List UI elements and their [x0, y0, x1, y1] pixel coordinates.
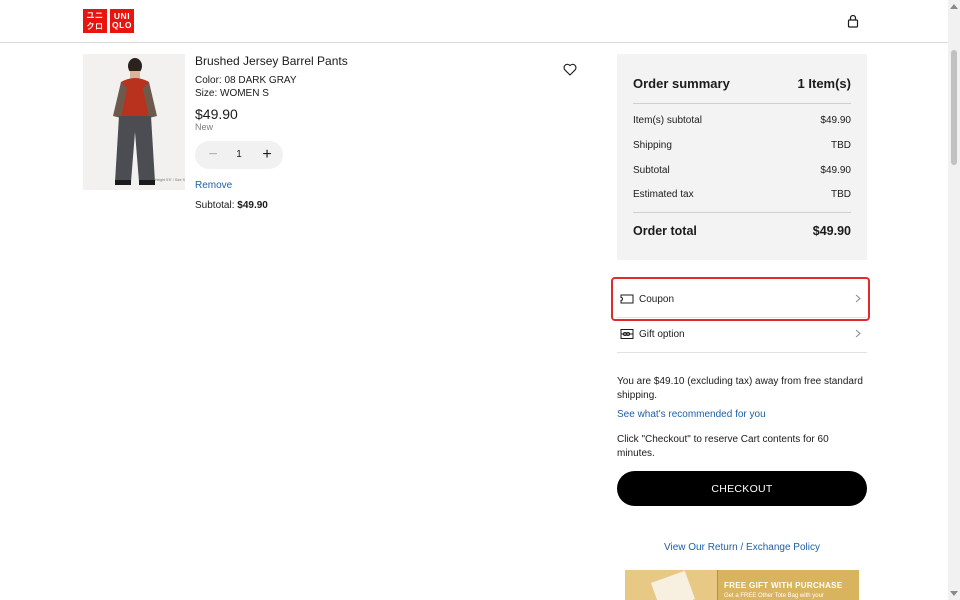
summary-row-value: $49.90	[820, 165, 851, 176]
order-summary-header: Order summary 1 Item(s)	[633, 76, 851, 100]
lock-account-icon[interactable]	[845, 13, 861, 29]
gift-option[interactable]: Gift option	[617, 318, 867, 353]
order-summary: Order summary 1 Item(s) Item(s) subtotal…	[617, 54, 867, 260]
summary-row: Shipping TBD	[633, 140, 851, 151]
quantity-value: 1	[236, 149, 242, 160]
product-name[interactable]: Brushed Jersey Barrel Pants	[195, 54, 348, 68]
remove-link[interactable]: Remove	[195, 180, 232, 191]
logo-block-latin: UNI QLO	[110, 9, 134, 33]
divider	[633, 103, 851, 104]
order-item-count: 1 Item(s)	[797, 76, 851, 91]
item-subtotal-value: $49.90	[237, 200, 268, 211]
summary-row-value: TBD	[831, 140, 851, 151]
page-scrollbar[interactable]	[948, 0, 960, 600]
image-caption: Height 5'6" / Size S	[155, 178, 185, 182]
summary-row-label: Shipping	[633, 140, 672, 151]
item-subtotal: Subtotal: $49.90	[195, 200, 268, 211]
model-photo	[83, 54, 185, 190]
site-header: ユニ クロ UNI QLO	[0, 0, 948, 43]
return-policy-link[interactable]: View Our Return / Exchange Policy	[617, 542, 867, 553]
summary-row: Subtotal $49.90	[633, 165, 851, 176]
product-image[interactable]: Height 5'6" / Size S	[83, 54, 185, 190]
uniqlo-logo[interactable]: ユニ クロ UNI QLO	[83, 9, 134, 33]
scroll-down-arrow-icon[interactable]	[950, 591, 958, 596]
banner-divider	[717, 570, 718, 600]
banner-title: FREE GIFT WITH PURCHASE	[724, 581, 843, 590]
decrease-quantity-button[interactable]: −	[203, 145, 223, 165]
chevron-right-icon	[855, 329, 861, 338]
item-subtotal-label: Subtotal:	[195, 200, 238, 211]
divider	[633, 212, 851, 213]
product-color: Color: 08 DARK GRAY	[195, 75, 297, 86]
summary-row-value: $49.90	[820, 115, 851, 126]
tote-bag-shape	[650, 570, 696, 600]
product-size: Size: WOMEN S	[195, 88, 269, 99]
product-price: $49.90	[195, 106, 238, 122]
gift-card-icon	[620, 329, 634, 339]
summary-row-label: Subtotal	[633, 165, 670, 176]
summary-row-value: TBD	[831, 189, 851, 200]
tote-bag-image	[625, 570, 717, 600]
order-total-label: Order total	[633, 224, 697, 238]
logo-block-katakana: ユニ クロ	[83, 9, 107, 33]
increase-quantity-button[interactable]: +	[257, 145, 277, 165]
free-shipping-message: You are $49.10 (excluding tax) away from…	[617, 376, 863, 401]
summary-row-label: Estimated tax	[633, 189, 694, 200]
logo-text-qlo: QLO	[112, 20, 132, 30]
order-total-value: $49.90	[812, 224, 851, 238]
logo-text-katakana: ユニ クロ	[86, 11, 104, 31]
order-summary-title: Order summary	[633, 76, 730, 91]
checkout-button[interactable]: CHECKOUT	[617, 471, 867, 506]
heart-icon[interactable]	[563, 63, 577, 76]
scrollbar-thumb[interactable]	[951, 50, 957, 165]
free-gift-banner[interactable]: FREE GIFT WITH PURCHASE Get a FREE Other…	[625, 570, 859, 600]
banner-subtitle: Get a FREE Other Tote Bag with your	[724, 593, 824, 599]
summary-row: Estimated tax TBD	[633, 189, 851, 200]
summary-row: Item(s) subtotal $49.90	[633, 115, 851, 126]
order-total: Order total $49.90	[633, 224, 851, 238]
summary-row-label: Item(s) subtotal	[633, 115, 702, 126]
product-badge: New	[195, 122, 214, 132]
quantity-stepper: − 1 +	[195, 141, 283, 169]
scroll-up-arrow-icon[interactable]	[950, 4, 958, 9]
coupon-highlight-box	[611, 277, 870, 321]
gift-option-label: Gift option	[639, 329, 685, 340]
recommended-link[interactable]: See what's recommended for you	[617, 409, 766, 420]
reserve-cart-message: Click "Checkout" to reserve Cart content…	[617, 434, 829, 459]
